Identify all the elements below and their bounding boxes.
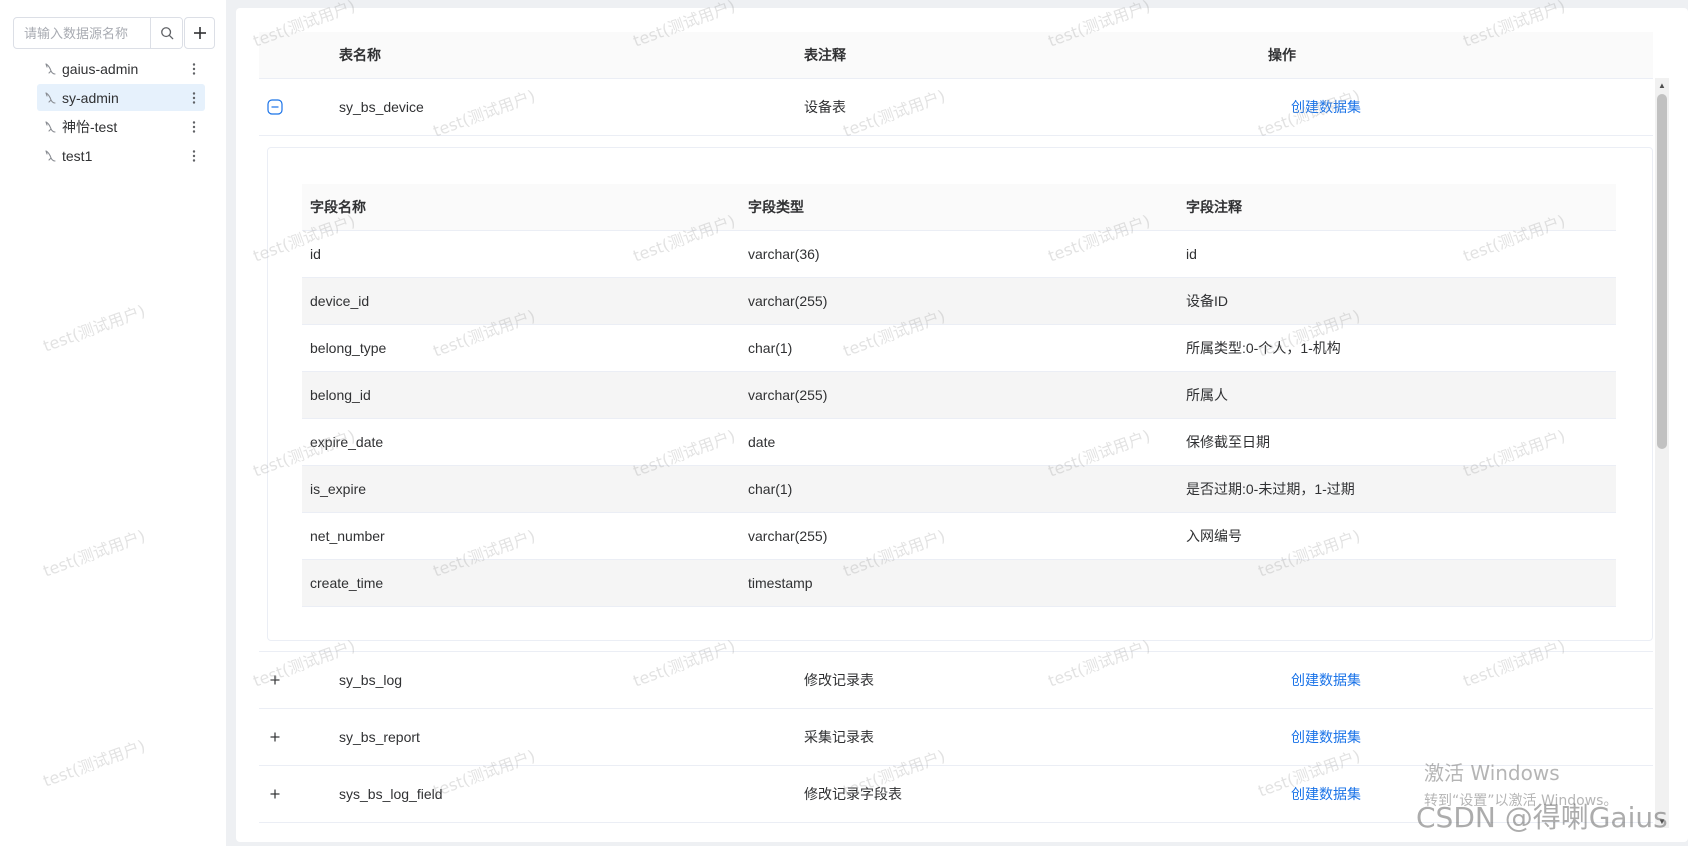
field-name: belong_type xyxy=(310,340,387,356)
search-input[interactable] xyxy=(14,18,150,48)
field-row: create_time timestamp xyxy=(302,560,1616,607)
field-comment: 设备ID xyxy=(1186,293,1228,309)
field-name: create_time xyxy=(310,575,384,591)
field-header-name: 字段名称 xyxy=(310,199,366,215)
mysql-dolphin-icon xyxy=(43,149,57,163)
expanded-fields-panel: 字段名称 字段类型 字段注释 id varchar(36) id device_id v… xyxy=(259,136,1653,652)
field-name: belong_id xyxy=(310,387,371,403)
datasource-list: gaius-admin sy-admin 神怡-test test1 xyxy=(37,55,205,171)
field-type: varchar(36) xyxy=(748,246,820,262)
field-name: device_id xyxy=(310,293,370,309)
field-comment: id xyxy=(1186,246,1197,262)
datasource-item[interactable]: sy-admin xyxy=(37,84,205,111)
table-comment: 采集记录表 xyxy=(804,729,874,745)
collapse-icon[interactable] xyxy=(267,99,283,115)
table-list: 表名称 表注释 操作 sy_bs_device 设备表 创建数据集 字段名称 字… xyxy=(259,32,1653,823)
more-vertical-icon[interactable] xyxy=(187,149,201,163)
fields-table: 字段名称 字段类型 字段注释 id varchar(36) id device_id v… xyxy=(302,184,1616,607)
field-name: id xyxy=(310,246,321,262)
field-name: net_number xyxy=(310,528,385,544)
search-box xyxy=(13,17,183,49)
table-row: sy_bs_device 设备表 创建数据集 xyxy=(259,79,1653,136)
table-row: sy_bs_log 修改记录表 创建数据集 xyxy=(259,652,1653,709)
more-vertical-icon[interactable] xyxy=(187,91,201,105)
table-comment: 修改记录表 xyxy=(804,672,874,688)
create-dataset-link[interactable]: 创建数据集 xyxy=(1291,672,1361,688)
field-type: char(1) xyxy=(748,481,793,497)
field-type: varchar(255) xyxy=(748,293,828,309)
field-row: belong_type char(1) 所属类型:0-个人，1-机构 xyxy=(302,325,1616,372)
field-name: expire_date xyxy=(310,434,384,450)
field-comment: 所属人 xyxy=(1186,387,1228,403)
search-button[interactable] xyxy=(150,18,182,48)
field-row: device_id varchar(255) 设备ID xyxy=(302,278,1616,325)
table-name: sy_bs_device xyxy=(339,99,424,115)
table-comment: 修改记录字段表 xyxy=(804,786,902,802)
search-icon xyxy=(160,27,173,40)
datasource-item[interactable]: test1 xyxy=(37,142,205,169)
field-comment: 是否过期:0-未过期，1-过期 xyxy=(1186,481,1355,497)
expand-icon[interactable] xyxy=(267,729,283,745)
datasource-item[interactable]: gaius-admin xyxy=(37,55,205,82)
field-name: is_expire xyxy=(310,481,367,497)
more-vertical-icon[interactable] xyxy=(187,62,201,76)
field-comment: 所属类型:0-个人，1-机构 xyxy=(1186,340,1341,356)
table-comment: 设备表 xyxy=(804,99,846,115)
mysql-dolphin-icon xyxy=(43,91,57,105)
field-comment: 保修截至日期 xyxy=(1186,434,1270,450)
field-type: date xyxy=(748,434,776,450)
field-comment: 入网编号 xyxy=(1186,528,1242,544)
datasource-label: 神怡-test xyxy=(62,118,118,135)
field-row: id varchar(36) id xyxy=(302,231,1616,278)
fields-header: 字段名称 字段类型 字段注释 xyxy=(302,184,1616,231)
header-table-comment: 表注释 xyxy=(804,47,846,63)
mysql-dolphin-icon xyxy=(43,62,57,76)
table-header: 表名称 表注释 操作 xyxy=(259,32,1653,79)
field-row: expire_date date 保修截至日期 xyxy=(302,419,1616,466)
field-type: char(1) xyxy=(748,340,793,356)
main-panel: 表名称 表注释 操作 sy_bs_device 设备表 创建数据集 字段名称 字… xyxy=(236,8,1688,842)
field-row: belong_id varchar(255) 所属人 xyxy=(302,372,1616,419)
field-row: is_expire char(1) 是否过期:0-未过期，1-过期 xyxy=(302,466,1616,513)
table-name: sy_bs_report xyxy=(339,729,420,745)
scroll-up-arrow-icon[interactable]: ▲ xyxy=(1655,78,1669,92)
table-name: sys_bs_log_field xyxy=(339,786,443,802)
header-operation: 操作 xyxy=(1268,47,1296,63)
field-type: varchar(255) xyxy=(748,387,828,403)
create-dataset-link[interactable]: 创建数据集 xyxy=(1291,729,1361,745)
fields-card: 字段名称 字段类型 字段注释 id varchar(36) id device_id v… xyxy=(267,147,1653,641)
sidebar: gaius-admin sy-admin 神怡-test test1 xyxy=(0,0,226,846)
datasource-item[interactable]: 神怡-test xyxy=(37,113,205,140)
expand-cell xyxy=(259,729,339,745)
mysql-dolphin-icon xyxy=(43,120,57,134)
add-datasource-button[interactable] xyxy=(184,17,215,49)
more-vertical-icon[interactable] xyxy=(187,120,201,134)
field-row: net_number varchar(255) 入网编号 xyxy=(302,513,1616,560)
table-name: sy_bs_log xyxy=(339,672,403,688)
field-header-type: 字段类型 xyxy=(748,199,804,215)
expand-icon[interactable] xyxy=(267,786,283,802)
vertical-scrollbar[interactable]: ▲ ▼ xyxy=(1655,78,1669,828)
datasource-label: test1 xyxy=(62,147,93,164)
plus-icon xyxy=(193,27,206,39)
field-type: timestamp xyxy=(748,575,813,591)
create-dataset-link[interactable]: 创建数据集 xyxy=(1291,99,1361,115)
expand-cell xyxy=(259,672,339,688)
csdn-watermark: CSDN @得喇Gaius xyxy=(1416,801,1668,834)
field-type: varchar(255) xyxy=(748,528,828,544)
datasource-label: sy-admin xyxy=(62,89,119,106)
scroll-thumb[interactable] xyxy=(1657,94,1667,449)
activation-title: 激活 Windows xyxy=(1424,761,1560,785)
header-table-name: 表名称 xyxy=(339,47,381,63)
expand-cell xyxy=(259,786,339,802)
create-dataset-link[interactable]: 创建数据集 xyxy=(1291,786,1361,802)
datasource-label: gaius-admin xyxy=(62,60,139,77)
expand-cell xyxy=(259,99,339,115)
expand-icon[interactable] xyxy=(267,672,283,688)
field-header-comment: 字段注释 xyxy=(1186,199,1242,215)
